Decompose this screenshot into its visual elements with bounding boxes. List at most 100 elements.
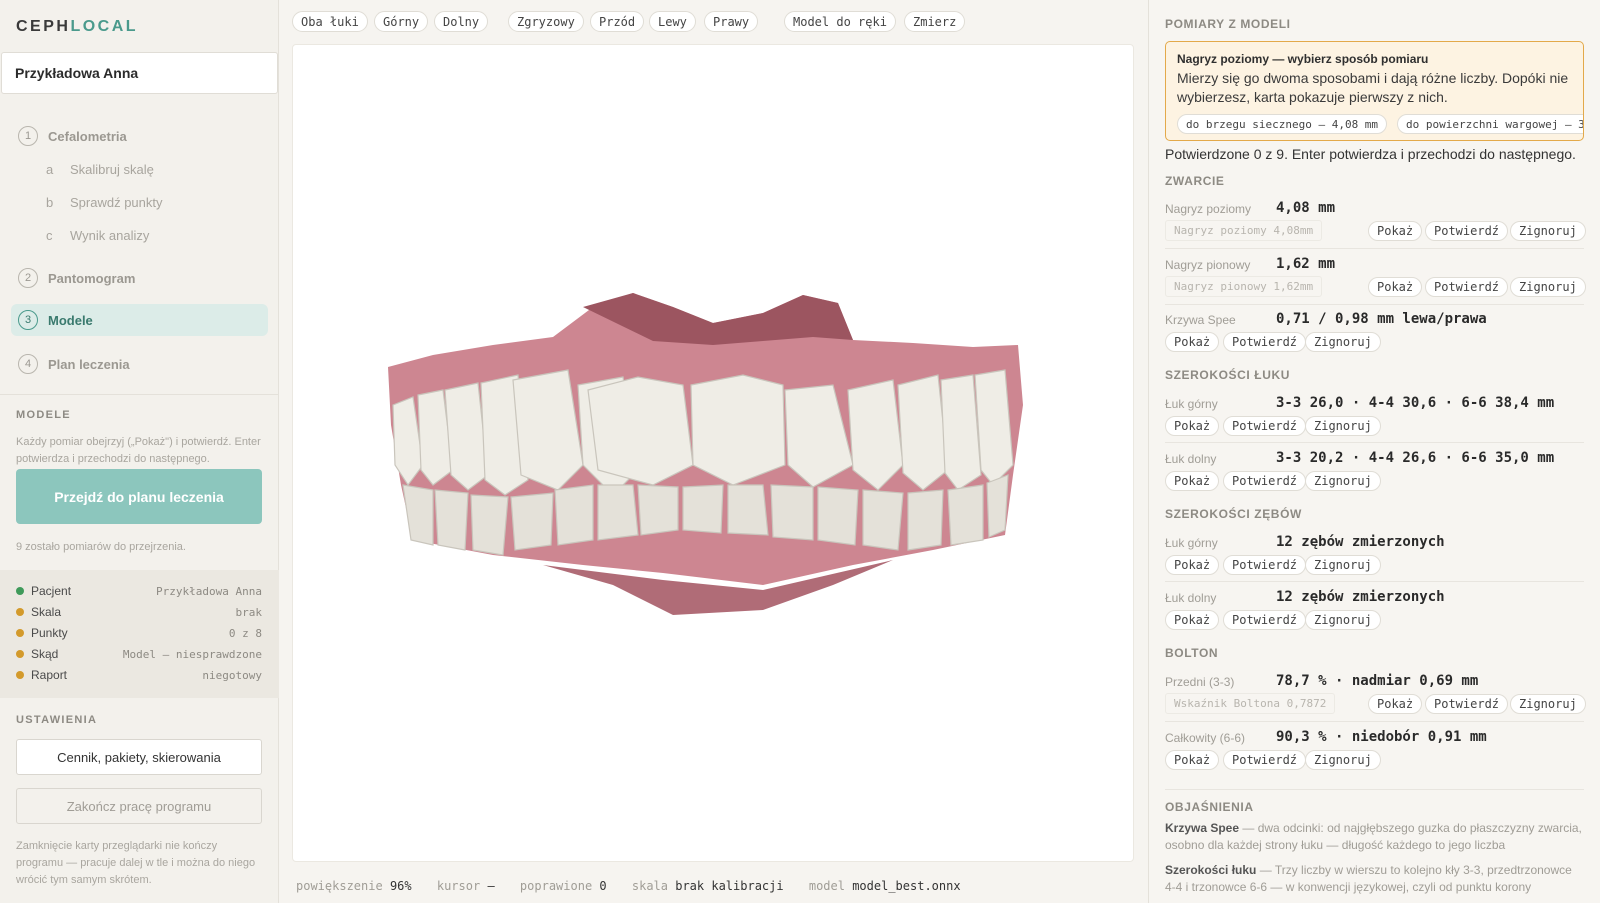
spee-show-button[interactable]: Pokaż	[1165, 332, 1220, 352]
upper-arch-show-button[interactable]: Pokaż	[1165, 416, 1220, 436]
section-occlusion: ZWARCIE	[1165, 174, 1225, 188]
bolton-total-confirm-button[interactable]: Potwierdź	[1223, 750, 1307, 770]
overbite-show-button[interactable]: Pokaż	[1368, 277, 1423, 297]
status-bar: powiększenie 96% kursor — poprawione 0 s…	[296, 879, 979, 893]
bolton-front-confirm-button[interactable]: Potwierdź	[1425, 694, 1509, 714]
lower-teeth-value: 12 zębów zmierzonych	[1276, 589, 1445, 605]
bolton-front-value: 78,7 % · nadmiar 0,69 mm	[1276, 673, 1479, 689]
section-tooth-width: SZEROKOŚCI ZĘBÓW	[1165, 507, 1302, 521]
explanation-spee: Krzywa Spee — dwa odcinki: od najgłębsze…	[1165, 820, 1585, 854]
bolton-front-show-button[interactable]: Pokaż	[1368, 694, 1423, 714]
upper-teeth-confirm-button[interactable]: Potwierdź	[1223, 555, 1307, 575]
upper-arch-ignore-button[interactable]: Zignoruj	[1305, 416, 1381, 436]
status-dot-icon	[16, 608, 24, 616]
section-arch-width: SZEROKOŚCI ŁUKU	[1165, 368, 1291, 382]
divider	[1165, 789, 1584, 790]
cursor-label: kursor	[436, 879, 481, 893]
step-label: Plan leczenia	[48, 356, 130, 372]
upper-teeth-show-button[interactable]: Pokaż	[1165, 555, 1220, 575]
status-label: Pacjent	[31, 584, 72, 598]
lower-teeth-confirm-button[interactable]: Potwierdź	[1223, 610, 1307, 630]
bolton-front-ignore-button[interactable]: Zignoruj	[1510, 694, 1586, 714]
lower-arch-ignore-button[interactable]: Zignoruj	[1305, 471, 1381, 491]
explanation-term: Szerokości łuku	[1165, 863, 1257, 877]
status-dot-icon	[16, 629, 24, 637]
quit-button[interactable]: Zakończ pracę programu	[16, 788, 262, 824]
step-plan-leczenia[interactable]: 4 Plan leczenia	[18, 354, 130, 374]
method-incisal-edge-button[interactable]: do brzegu siecznego — 4,08 mm	[1177, 114, 1388, 134]
step-cefalometria[interactable]: 1 Cefalometria	[18, 126, 127, 146]
overjet-label: Nagryz poziomy	[1165, 202, 1252, 216]
model-viewport[interactable]	[292, 44, 1134, 862]
substep-label: Sprawdź punkty	[70, 195, 163, 210]
fixed-label: poprawione	[519, 879, 593, 893]
step-modele[interactable]: 3 Modele	[11, 304, 268, 336]
substep-result[interactable]: c Wynik analizy	[46, 228, 149, 243]
model-in-hand-button[interactable]: Model do ręki	[784, 11, 896, 32]
lower-arch-value: 3-3 20,2 · 4-4 26,6 · 6-6 35,0 mm	[1276, 450, 1555, 466]
lower-arch-confirm-button[interactable]: Potwierdź	[1223, 471, 1307, 491]
overbite-confirm-button[interactable]: Potwierdź	[1425, 277, 1509, 297]
sidebar: CEPHLOCAL Przykładowa Anna 1 Cefalometri…	[0, 0, 279, 903]
pricing-button[interactable]: Cennik, pakiety, skierowania	[16, 739, 262, 775]
divider	[1165, 304, 1584, 305]
app-logo: CEPHLOCAL	[16, 18, 139, 35]
lower-arch-show-button[interactable]: Pokaż	[1165, 471, 1220, 491]
overjet-hint: Nagryz poziomy 4,08mm	[1165, 220, 1323, 241]
spee-ignore-button[interactable]: Zignoruj	[1305, 332, 1381, 352]
dental-model-3d[interactable]	[293, 45, 1134, 862]
angle-front-button[interactable]: Przód	[590, 11, 645, 32]
remaining-count: 9 zostało pomiarów do przejrzenia.	[16, 541, 186, 553]
lower-teeth-ignore-button[interactable]: Zignoruj	[1305, 610, 1381, 630]
fixed-value: 0	[599, 879, 607, 893]
substep-label: Skalibruj skalę	[70, 162, 154, 177]
angle-left-button[interactable]: Lewy	[649, 11, 696, 32]
method-labial-surface-button[interactable]: do powierzchni wargowej — 3,	[1397, 114, 1583, 134]
overjet-confirm-button[interactable]: Potwierdź	[1425, 221, 1509, 241]
zoom-value: 96%	[389, 879, 412, 893]
substep-letter: b	[46, 195, 54, 210]
lower-arch-label: Łuk dolny	[1165, 452, 1217, 466]
overjet-show-button[interactable]: Pokaż	[1368, 221, 1423, 241]
angle-right-button[interactable]: Prawy	[704, 11, 759, 32]
overbite-label: Nagryz pionowy	[1165, 258, 1251, 272]
cursor-value: —	[487, 879, 495, 893]
lower-teeth-show-button[interactable]: Pokaż	[1165, 610, 1220, 630]
step-number: 1	[18, 126, 38, 146]
warning-text: Mierzy się go dwoma sposobami i dają róż…	[1177, 70, 1569, 105]
substep-check-points[interactable]: b Sprawdź punkty	[46, 195, 163, 210]
substep-label: Wynik analizy	[70, 228, 150, 243]
go-to-plan-button[interactable]: Przejdź do planu leczenia	[16, 469, 262, 524]
substep-letter: c	[46, 228, 53, 243]
status-value: brak	[235, 605, 263, 619]
status-label: Raport	[31, 668, 68, 682]
status-label: Skala	[31, 605, 62, 619]
view-lower-button[interactable]: Dolny	[434, 11, 489, 32]
substep-calibrate[interactable]: a Skalibruj skalę	[46, 162, 154, 177]
view-both-arches-button[interactable]: Oba łuki	[292, 11, 368, 32]
bolton-total-ignore-button[interactable]: Zignoruj	[1305, 750, 1381, 770]
spee-confirm-button[interactable]: Potwierdź	[1223, 332, 1307, 352]
overbite-ignore-button[interactable]: Zignoruj	[1510, 277, 1586, 297]
measure-button[interactable]: Zmierz	[904, 11, 966, 32]
explanation-term: Krzywa Spee	[1165, 821, 1240, 835]
divider	[0, 394, 279, 395]
view-upper-button[interactable]: Górny	[374, 11, 429, 32]
step-pantomogram[interactable]: 2 Pantomogram	[18, 268, 135, 288]
upper-arch-confirm-button[interactable]: Potwierdź	[1223, 416, 1307, 436]
status-value: Przykładowa Anna	[156, 584, 262, 598]
upper-arch-label: Łuk górny	[1165, 397, 1218, 411]
step-number: 2	[18, 268, 38, 288]
upper-teeth-ignore-button[interactable]: Zignoruj	[1305, 555, 1381, 575]
patient-name[interactable]: Przykładowa Anna	[1, 52, 278, 94]
measurements-panel: POMIARY Z MODELI Nagryz poziomy — wybier…	[1148, 0, 1600, 903]
confirmed-count: Potwierdzone 0 z 9. Enter potwierdza i p…	[1165, 146, 1576, 162]
scale-label: skala	[631, 879, 668, 893]
panel-title: POMIARY Z MODELI	[1165, 17, 1291, 31]
overjet-ignore-button[interactable]: Zignoruj	[1510, 221, 1586, 241]
models-hint: Każdy pomiar obejrzyj („Pokaż") i potwie…	[16, 436, 261, 465]
bolton-total-show-button[interactable]: Pokaż	[1165, 750, 1220, 770]
angle-occlusal-button[interactable]: Zgryzowy	[508, 11, 584, 32]
overbite-value: 1,62 mm	[1276, 256, 1336, 272]
step-label: Modele	[48, 312, 93, 328]
